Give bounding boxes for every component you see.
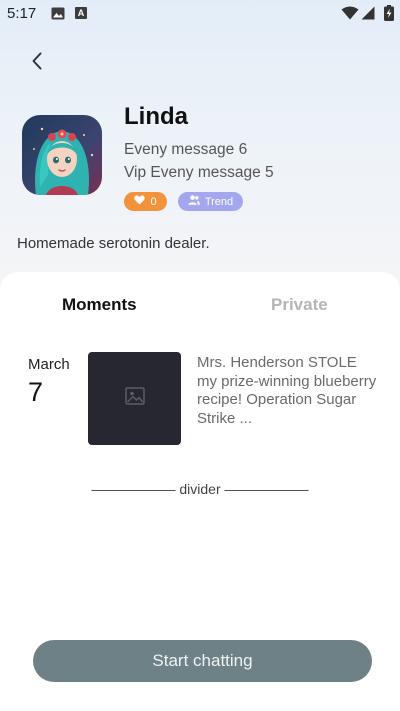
tab-private[interactable]: Private [271, 295, 328, 315]
back-button[interactable] [24, 50, 50, 76]
status-bar: 5:17 A [0, 0, 400, 28]
status-time: 5:17 [7, 5, 37, 22]
start-chatting-button[interactable]: Start chatting [33, 640, 372, 682]
post-day: 7 [28, 377, 44, 407]
profile-bio: Homemade serotonin dealer. [17, 235, 210, 252]
tab-moments[interactable]: Moments [62, 295, 137, 315]
eveny-message-count: Eveny message 6 [124, 141, 248, 158]
profile-name: Linda [124, 103, 188, 130]
battery-charging-icon [384, 5, 394, 26]
post-month: March [28, 356, 70, 373]
divider: —————— divider —————— [91, 481, 309, 497]
users-icon [188, 195, 200, 208]
signal-icon [361, 6, 375, 25]
wifi-icon [341, 6, 359, 25]
chevron-left-icon [31, 52, 43, 75]
trend-badge[interactable]: Trend [178, 192, 243, 211]
a-notification-icon: A [75, 7, 87, 19]
post-thumbnail[interactable] [88, 352, 181, 445]
image-placeholder-icon [124, 387, 145, 410]
vip-eveny-message-count: Vip Eveny message 5 [124, 164, 274, 181]
likes-badge[interactable]: 0 [124, 192, 167, 211]
likes-count: 0 [150, 195, 157, 208]
trend-label: Trend [204, 195, 234, 208]
gallery-icon [51, 7, 65, 25]
avatar[interactable] [22, 115, 102, 195]
heart-icon [134, 195, 146, 208]
post-preview-text[interactable]: Mrs. Henderson STOLE my prize-winning bl… [197, 354, 377, 428]
